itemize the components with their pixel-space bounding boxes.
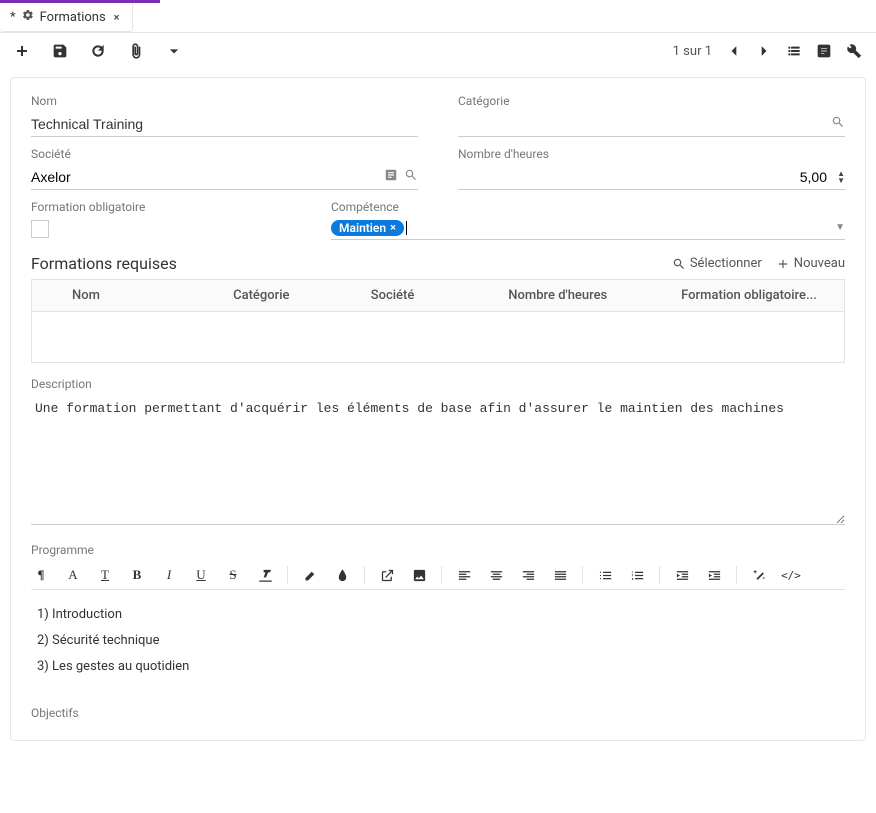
- close-icon[interactable]: ×: [112, 11, 122, 24]
- nom-input[interactable]: [31, 112, 418, 137]
- link-button[interactable]: [377, 565, 397, 585]
- label-nb-heures: Nombre d'heures: [458, 147, 845, 161]
- subgrid-title: Formations requises: [31, 254, 177, 273]
- label-competence: Compétence: [331, 200, 845, 214]
- label-categorie: Catégorie: [458, 94, 845, 108]
- label-programme: Programme: [31, 543, 845, 557]
- programme-line: 2) Sécurité technique: [37, 628, 839, 654]
- magic-button[interactable]: [749, 565, 769, 585]
- tools-button[interactable]: [846, 43, 862, 59]
- obligatoire-checkbox[interactable]: [31, 220, 49, 238]
- next-button[interactable]: [756, 43, 772, 59]
- nb-heures-input[interactable]: [458, 165, 845, 189]
- form-card: Nom Catégorie Société: [10, 77, 866, 741]
- italic-button[interactable]: I: [159, 565, 179, 585]
- tab-dirty-marker: *: [10, 10, 16, 25]
- label-description: Description: [31, 377, 845, 391]
- list-ul-button[interactable]: [595, 565, 615, 585]
- outdent-button[interactable]: [672, 565, 692, 585]
- chip-remove-icon[interactable]: ×: [390, 221, 396, 234]
- save-button[interactable]: [52, 43, 68, 59]
- align-center-button[interactable]: [486, 565, 506, 585]
- code-view-button[interactable]: </>: [781, 565, 801, 585]
- toolbar: 1 sur 1: [0, 33, 876, 69]
- subgrid: Nom Catégorie Société Nombre d'heures Fo…: [31, 279, 845, 363]
- label-objectifs: Objectifs: [31, 706, 845, 720]
- indent-button[interactable]: [704, 565, 724, 585]
- image-button[interactable]: [409, 565, 429, 585]
- col-nom[interactable]: Nom: [62, 280, 223, 311]
- programme-line: 3) Les gestes au quotidien: [37, 654, 839, 680]
- clear-format-button[interactable]: [255, 565, 275, 585]
- chip-label: Maintien: [339, 221, 386, 235]
- categorie-input[interactable]: [458, 112, 831, 136]
- chevron-down-icon[interactable]: ▼: [835, 222, 845, 233]
- competence-chip[interactable]: Maintien ×: [331, 220, 404, 236]
- underline-button[interactable]: U: [191, 565, 211, 585]
- programme-editor[interactable]: 1) Introduction 2) Sécurité technique 3)…: [31, 590, 845, 692]
- gear-icon: [22, 9, 34, 25]
- label-nom: Nom: [31, 94, 418, 108]
- more-dropdown[interactable]: [166, 43, 182, 59]
- paging-text: 1 sur 1: [673, 44, 712, 59]
- font-family-button[interactable]: A: [63, 565, 83, 585]
- align-justify-button[interactable]: [550, 565, 570, 585]
- highlight-button[interactable]: [300, 565, 320, 585]
- col-nb-heures[interactable]: Nombre d'heures: [498, 280, 671, 311]
- col-societe[interactable]: Société: [361, 280, 499, 311]
- strikethrough-button[interactable]: S: [223, 565, 243, 585]
- font-size-button[interactable]: T: [95, 565, 115, 585]
- attachment-button[interactable]: [128, 43, 144, 59]
- competence-field[interactable]: Maintien × ▼: [331, 218, 845, 240]
- label-societe: Société: [31, 147, 418, 161]
- prev-button[interactable]: [726, 43, 742, 59]
- new-row-label: Nouveau: [794, 256, 845, 271]
- tab-formations[interactable]: * Formations ×: [0, 3, 133, 32]
- subgrid-header: Nom Catégorie Société Nombre d'heures Fo…: [32, 280, 844, 312]
- new-row-button[interactable]: Nouveau: [776, 256, 845, 271]
- programme-line: 1) Introduction: [37, 602, 839, 628]
- tab-bar: * Formations ×: [0, 3, 876, 33]
- new-button[interactable]: [14, 43, 30, 59]
- tab-title: Formations: [40, 10, 106, 25]
- form-view-button[interactable]: [816, 43, 832, 59]
- societe-input[interactable]: [31, 165, 384, 189]
- number-spinner[interactable]: ▲▼: [837, 170, 845, 184]
- paragraph-button[interactable]: ¶: [31, 565, 51, 585]
- align-left-button[interactable]: [454, 565, 474, 585]
- competence-input[interactable]: [407, 218, 835, 237]
- list-view-button[interactable]: [786, 43, 802, 59]
- select-label: Sélectionner: [690, 256, 762, 271]
- font-color-button[interactable]: [332, 565, 352, 585]
- refresh-button[interactable]: [90, 43, 106, 59]
- open-record-icon[interactable]: [384, 168, 398, 186]
- search-icon[interactable]: [831, 115, 845, 133]
- bold-button[interactable]: B: [127, 565, 147, 585]
- align-right-button[interactable]: [518, 565, 538, 585]
- description-input[interactable]: Une formation permettant d'acquérir les …: [31, 395, 845, 525]
- editor-toolbar: ¶ A T B I U S: [31, 561, 845, 590]
- col-obligatoire[interactable]: Formation obligatoire...: [671, 280, 844, 311]
- subgrid-body: [32, 312, 844, 362]
- list-ol-button[interactable]: [627, 565, 647, 585]
- col-categorie[interactable]: Catégorie: [223, 280, 361, 311]
- select-button[interactable]: Sélectionner: [672, 256, 762, 271]
- label-obligatoire: Formation obligatoire: [31, 200, 291, 214]
- search-icon[interactable]: [404, 168, 418, 186]
